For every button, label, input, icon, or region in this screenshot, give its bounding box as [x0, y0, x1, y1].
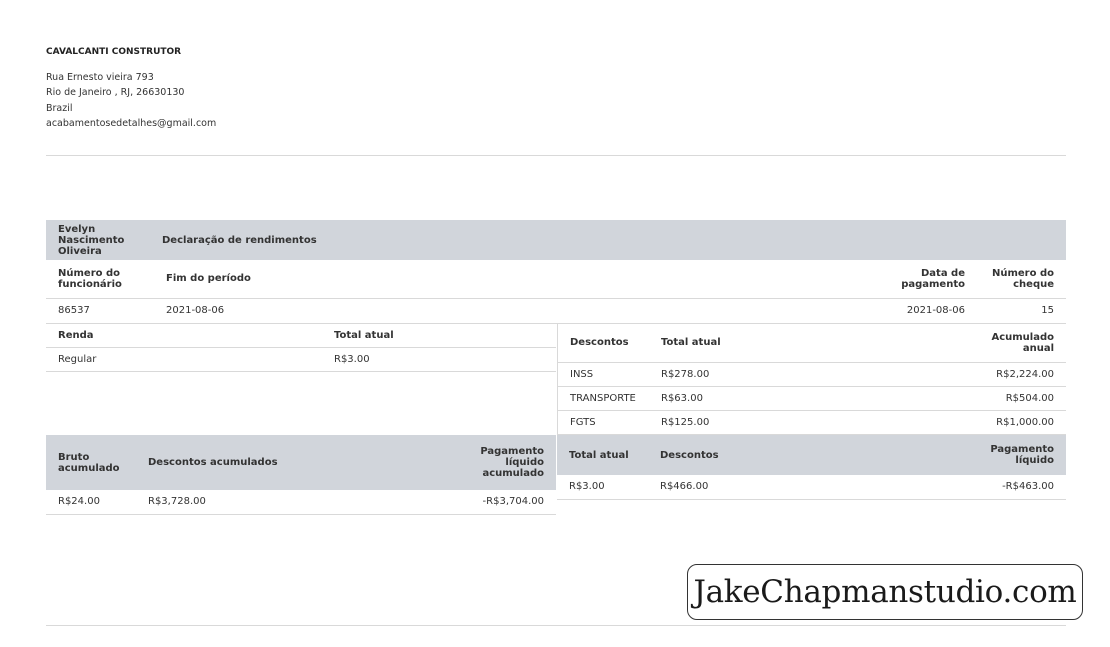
deduction-current: R$278.00 — [649, 362, 972, 387]
header-current-total: Total atual — [557, 435, 648, 475]
header-check-number: Número do cheque — [977, 260, 1066, 299]
header-income: Renda — [46, 324, 322, 348]
statement-title: Declaração de rendimentos — [162, 220, 1066, 260]
watermark: JakeChapmanstudio.com — [687, 564, 1083, 620]
current-net: -R$463.00 — [972, 475, 1066, 500]
payment-date: 2021-08-06 — [888, 298, 977, 324]
header-deductions: Descontos — [557, 324, 649, 363]
header-deductions-current: Total atual — [649, 324, 972, 363]
table-row: FGTS R$125.00 R$1,000.00 — [557, 410, 1066, 435]
statement-values-row: 86537 2021-08-06 2021-08-06 15 — [46, 298, 1066, 324]
header-period-end: Fim do período — [162, 260, 888, 299]
company-email: acabamentosedetalhes@gmail.com — [46, 118, 217, 129]
company-address-line1: Rua Ernesto vieira 793 — [46, 71, 154, 83]
statement-title-row: Evelyn Nascimento Oliveira Declaração de… — [46, 220, 1066, 260]
divider-bottom — [46, 625, 1066, 626]
current-totals-header-row: Total atual Descontos Pagamento líquido — [557, 435, 1066, 475]
header-current-deductions: Descontos — [648, 435, 972, 475]
header-net-accumulated: Pagamento líquido acumulado — [462, 435, 556, 490]
deduction-label: INSS — [557, 362, 649, 387]
statement-header-row: Número do funcionário Fim do período Dat… — [46, 260, 1066, 299]
deductions-table: Descontos Total atual Acumulado anual IN… — [557, 324, 1066, 435]
header-employee-number: Número do funcionário — [46, 260, 162, 299]
header-income-current: Total atual — [322, 324, 556, 348]
deduction-label: TRANSPORTE — [557, 386, 649, 411]
company-block: CAVALCANTI CONSTRUTOR Rua Ernesto vieira… — [46, 45, 216, 132]
employee-number: 86537 — [46, 298, 162, 324]
company-country: Brazil — [46, 102, 73, 114]
deduction-ytd: R$2,224.00 — [972, 362, 1066, 387]
income-header-row: Renda Total atual — [46, 324, 556, 348]
table-row: R$3.00 R$466.00 -R$463.00 — [557, 475, 1066, 500]
company-address-line2: Rio de Janeiro , RJ, 26630130 — [46, 87, 185, 98]
deduction-label: FGTS — [557, 410, 649, 435]
deductions-accumulated: R$3,728.00 — [136, 490, 462, 515]
income-current: R$3.00 — [322, 347, 556, 372]
header-gross-accumulated: Bruto acumulado — [46, 435, 136, 490]
employee-statement-table: Evelyn Nascimento Oliveira Declaração de… — [46, 220, 1066, 324]
header-deductions-accumulated: Descontos acumulados — [136, 435, 462, 490]
deduction-current: R$125.00 — [649, 410, 972, 435]
deduction-ytd: R$1,000.00 — [972, 410, 1066, 435]
accumulated-table: Bruto acumulado Descontos acumulados Pag… — [46, 435, 556, 515]
current-deductions: R$466.00 — [648, 475, 972, 500]
table-row: Regular R$3.00 — [46, 347, 556, 372]
table-row: INSS R$278.00 R$2,224.00 — [557, 362, 1066, 387]
period-end: 2021-08-06 — [162, 298, 888, 324]
accumulated-header-row: Bruto acumulado Descontos acumulados Pag… — [46, 435, 556, 490]
gross-accumulated: R$24.00 — [46, 490, 136, 515]
income-table: Renda Total atual Regular R$3.00 — [46, 324, 556, 372]
check-number: 15 — [977, 298, 1066, 324]
header-current-net: Pagamento líquido — [972, 435, 1066, 475]
header-payment-date: Data de pagamento — [888, 260, 977, 299]
divider-top — [46, 155, 1066, 156]
current-total: R$3.00 — [557, 475, 648, 500]
table-row: TRANSPORTE R$63.00 R$504.00 — [557, 386, 1066, 411]
net-accumulated: -R$3,704.00 — [462, 490, 556, 515]
employee-name: Evelyn Nascimento Oliveira — [46, 220, 162, 260]
income-label: Regular — [46, 347, 322, 372]
deduction-current: R$63.00 — [649, 386, 972, 411]
deduction-ytd: R$504.00 — [972, 386, 1066, 411]
deductions-header-row: Descontos Total atual Acumulado anual — [557, 324, 1066, 363]
table-row: R$24.00 R$3,728.00 -R$3,704.00 — [46, 490, 556, 515]
current-totals-table: Total atual Descontos Pagamento líquido … — [557, 435, 1066, 500]
header-deductions-ytd: Acumulado anual — [972, 324, 1066, 363]
company-name: CAVALCANTI CONSTRUTOR — [46, 47, 182, 57]
